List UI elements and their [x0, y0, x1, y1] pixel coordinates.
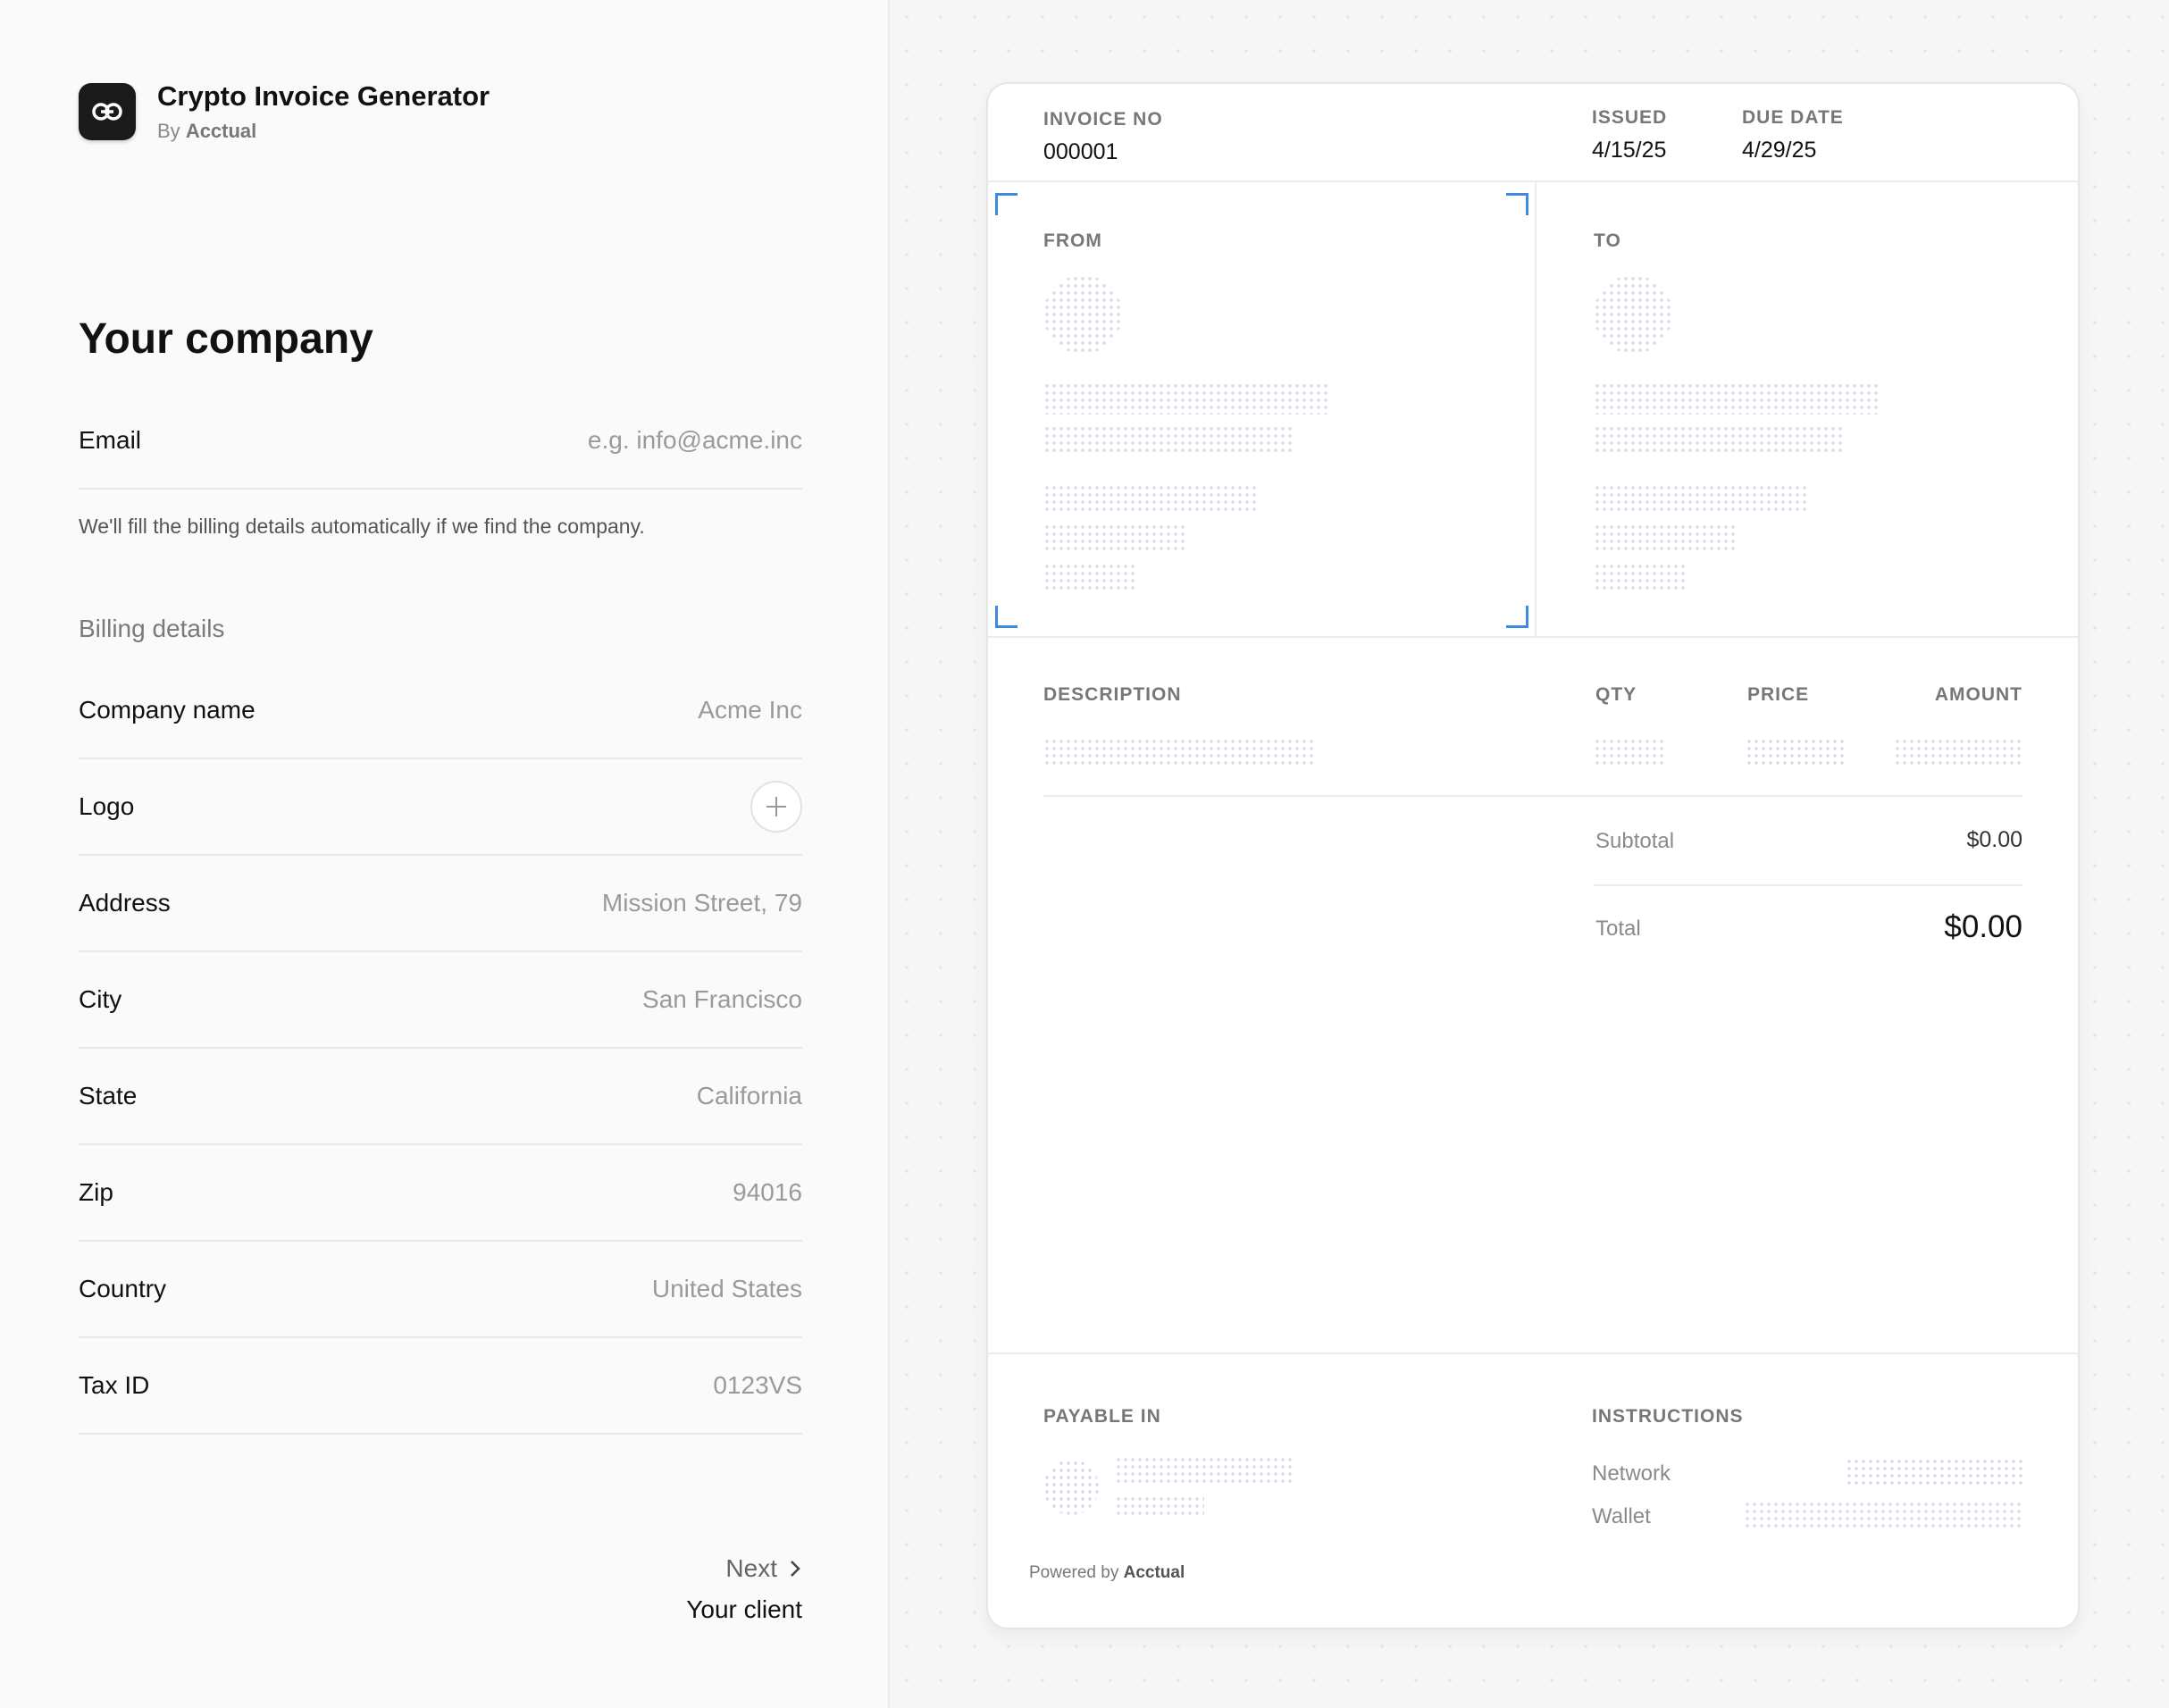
to-city-placeholder	[1594, 523, 1735, 550]
focus-corner	[995, 606, 1018, 628]
to-address-placeholder	[1594, 484, 1806, 511]
app-title: Crypto Invoice Generator	[157, 80, 490, 112]
column-price: PRICE	[1747, 684, 1810, 705]
currency-icon-placeholder	[1043, 1460, 1099, 1515]
from-city-placeholder	[1043, 523, 1185, 550]
total-value: $0.00	[1944, 909, 2022, 944]
wallet-label: Wallet	[1592, 1504, 1651, 1528]
email-hint: We'll fill the billing details automatic…	[79, 515, 645, 538]
city-input[interactable]: San Francisco	[642, 985, 802, 1014]
invoice-number: INVOICE NO 000001	[1043, 109, 1163, 164]
zip-field[interactable]: Zip 94016	[79, 1145, 802, 1242]
country-input[interactable]: United States	[652, 1275, 802, 1303]
column-description: DESCRIPTION	[1043, 684, 1182, 705]
app-byline: By Acctual	[157, 120, 257, 142]
invoice-card: INVOICE NO 000001 ISSUED 4/15/25 DUE DAT…	[986, 82, 2080, 1629]
from-address-placeholder	[1043, 484, 1256, 511]
total-label: Total	[1595, 917, 1641, 941]
to-name-placeholder	[1594, 382, 1878, 414]
form-panel: Crypto Invoice Generator By Acctual Your…	[0, 0, 890, 1708]
country-field[interactable]: Country United States	[79, 1242, 802, 1338]
email-field[interactable]: Email e.g. info@acme.inc	[79, 393, 802, 490]
divider	[1594, 884, 2022, 886]
section-title: Your company	[79, 315, 373, 363]
currency-network-placeholder	[1115, 1495, 1204, 1517]
from-country-placeholder	[1043, 563, 1135, 590]
from-logo-placeholder	[1043, 275, 1122, 354]
item-description-placeholder	[1043, 738, 1313, 768]
network-label: Network	[1592, 1461, 1671, 1486]
plus-icon	[766, 797, 786, 816]
subtotal-value: $0.00	[1966, 827, 2022, 852]
email-label: Email	[79, 426, 142, 454]
instructions-label: INSTRUCTIONS	[1592, 1406, 1744, 1427]
next-step-label: Your client	[686, 1595, 802, 1623]
address-input[interactable]: Mission Street, 79	[602, 889, 802, 917]
divider	[988, 180, 2078, 182]
payable-in-label: PAYABLE IN	[1043, 1406, 1161, 1427]
state-input[interactable]: California	[697, 1082, 802, 1110]
brand: Crypto Invoice Generator By Acctual	[79, 80, 490, 143]
focus-corner	[1506, 193, 1528, 215]
issued-date: ISSUED 4/15/25	[1592, 107, 1668, 163]
chevron-right-icon	[791, 1561, 800, 1577]
next-label: Next	[725, 1554, 777, 1582]
billing-details-title: Billing details	[79, 615, 225, 642]
item-price-placeholder	[1746, 738, 1846, 768]
zip-input[interactable]: 94016	[733, 1178, 802, 1207]
next-button[interactable]: Next Your client	[625, 1554, 802, 1624]
link-icon	[79, 83, 136, 140]
logo-field[interactable]: Logo	[79, 759, 802, 856]
to-logo-placeholder	[1594, 275, 1672, 354]
email-input[interactable]: e.g. info@acme.inc	[588, 426, 802, 455]
powered-by: Powered by Acctual	[1029, 1563, 1185, 1582]
subtotal-label: Subtotal	[1595, 829, 1675, 853]
from-email-placeholder	[1043, 425, 1292, 452]
divider	[988, 1352, 2078, 1354]
divider	[988, 636, 2078, 638]
focus-corner	[1506, 606, 1528, 628]
company-name-field[interactable]: Company name Acme Inc	[79, 663, 802, 759]
state-field[interactable]: State California	[79, 1049, 802, 1145]
column-qty: QTY	[1595, 684, 1637, 705]
due-date: DUE DATE 4/29/25	[1742, 107, 1844, 163]
to-country-placeholder	[1594, 563, 1685, 590]
to-label: TO	[1594, 230, 1621, 251]
to-email-placeholder	[1594, 425, 1842, 452]
tax-id-field[interactable]: Tax ID 0123VS	[79, 1338, 802, 1435]
divider	[1535, 182, 1537, 636]
currency-name-placeholder	[1115, 1456, 1292, 1485]
add-logo-button[interactable]	[750, 781, 802, 833]
from-label: FROM	[1043, 230, 1102, 251]
focus-corner	[995, 193, 1018, 215]
from-name-placeholder	[1043, 382, 1327, 414]
item-amount-placeholder	[1894, 738, 2022, 768]
address-field[interactable]: Address Mission Street, 79	[79, 856, 802, 952]
item-qty-placeholder	[1594, 738, 1665, 768]
column-amount: AMOUNT	[1934, 684, 2022, 705]
company-name-input[interactable]: Acme Inc	[698, 696, 802, 724]
divider	[1043, 795, 2022, 797]
city-field[interactable]: City San Francisco	[79, 952, 802, 1049]
tax-id-input[interactable]: 0123VS	[713, 1371, 802, 1400]
wallet-value-placeholder	[1744, 1501, 2022, 1529]
network-value-placeholder	[1846, 1458, 2022, 1486]
